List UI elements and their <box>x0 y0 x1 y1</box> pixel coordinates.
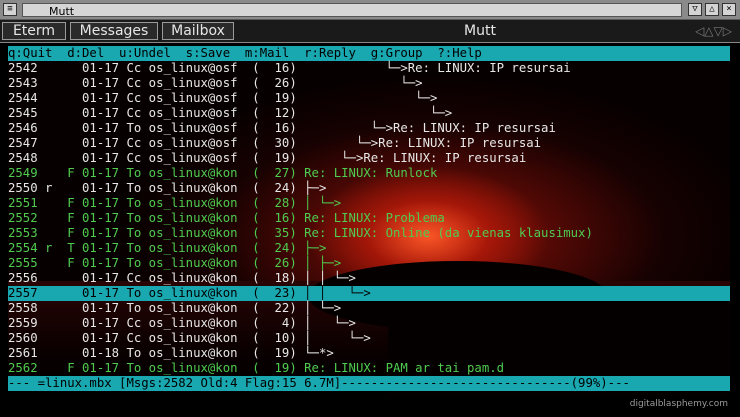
message-row[interactable]: 2552 F 01-17 To os_linux@kon ( 16) Re: L… <box>8 211 730 226</box>
scroll-arrows-icon[interactable]: ◁△▽▷ <box>695 24 732 38</box>
message-row[interactable]: 2557 01-17 To os_linux@kon ( 23) │ │ └─> <box>8 286 730 301</box>
eterm-menubar: Eterm Messages Mailbox Mutt ◁△▽▷ <box>0 20 740 43</box>
menu-mailbox[interactable]: Mailbox <box>162 22 234 40</box>
message-row[interactable]: 2542 01-17 Cc os_linux@osf ( 16) └─>Re: … <box>8 61 730 76</box>
message-index: q:Quit d:Del u:Undel s:Save m:Mail r:Rep… <box>8 46 730 376</box>
message-row[interactable]: 2553 F 01-17 To os_linux@kon ( 35) Re: L… <box>8 226 730 241</box>
message-row[interactable]: 2543 01-17 Cc os_linux@osf ( 26) └─> <box>8 76 730 91</box>
message-row[interactable]: 2561 01-18 To os_linux@kon ( 19) └─*> <box>8 346 730 361</box>
message-row[interactable]: 2544 01-17 Cc os_linux@osf ( 19) └─> <box>8 91 730 106</box>
window-menu-icon[interactable]: ≡ <box>3 3 17 16</box>
menu-messages[interactable]: Messages <box>70 22 158 40</box>
message-row[interactable]: 2556 01-17 Cc os_linux@kon ( 18) │ │ └─> <box>8 271 730 286</box>
minimize-icon[interactable]: ▽ <box>688 3 702 16</box>
watermark: digitalblasphemy.com <box>629 399 728 409</box>
help-bar: q:Quit d:Del u:Undel s:Save m:Mail r:Rep… <box>8 46 730 61</box>
menu-eterm[interactable]: Eterm <box>2 22 66 40</box>
message-row[interactable]: 2554 r T 01-17 To os_linux@kon ( 24) ├─> <box>8 241 730 256</box>
maximize-icon[interactable]: △ <box>705 3 719 16</box>
window-title-box[interactable]: Mutt <box>22 3 682 18</box>
message-row[interactable]: 2550 r 01-17 To os_linux@kon ( 24) ├─> <box>8 181 730 196</box>
message-row[interactable]: 2559 01-17 Cc os_linux@kon ( 4) │ └─> <box>8 316 730 331</box>
message-row[interactable]: 2562 F 01-17 To os_linux@kon ( 19) Re: L… <box>8 361 730 376</box>
message-row[interactable]: 2547 01-17 Cc os_linux@osf ( 30) └─>Re: … <box>8 136 730 151</box>
terminal-title: Mutt <box>464 23 496 39</box>
close-icon[interactable]: × <box>722 3 736 16</box>
message-row[interactable]: 2549 F 01-17 To os_linux@kon ( 27) Re: L… <box>8 166 730 181</box>
message-row[interactable]: 2558 01-17 To os_linux@kon ( 22) │ └─> <box>8 301 730 316</box>
message-row[interactable]: 2555 F 01-17 To os_linux@kon ( 26) │ ├─> <box>8 256 730 271</box>
message-row[interactable]: 2546 01-17 To os_linux@osf ( 16) └─>Re: … <box>8 121 730 136</box>
message-row[interactable]: 2551 F 01-17 To os_linux@kon ( 28) │ └─> <box>8 196 730 211</box>
status-bar: --- =linux.mbx [Msgs:2582 Old:4 Flag:15 … <box>8 376 730 391</box>
message-row[interactable]: 2545 01-17 Cc os_linux@osf ( 12) └─> <box>8 106 730 121</box>
message-row[interactable]: 2548 01-17 Cc os_linux@osf ( 19) └─>Re: … <box>8 151 730 166</box>
window-title: Mutt <box>49 5 75 18</box>
window-titlebar: ≡ Mutt ▽ △ × <box>0 0 740 20</box>
message-row[interactable]: 2560 01-17 Cc os_linux@kon ( 10) │ └─> <box>8 331 730 346</box>
terminal-area[interactable]: q:Quit d:Del u:Undel s:Save m:Mail r:Rep… <box>8 46 730 396</box>
message-list: 2542 01-17 Cc os_linux@osf ( 16) └─>Re: … <box>8 61 730 376</box>
